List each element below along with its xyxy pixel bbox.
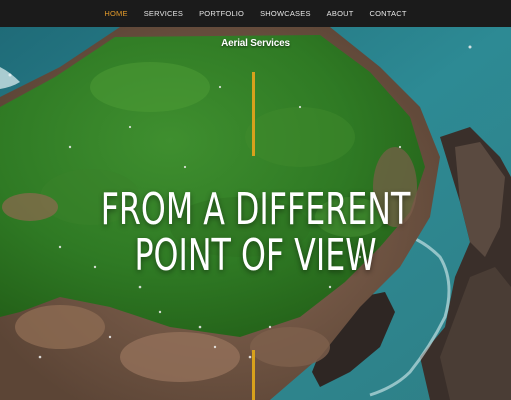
hero-headline-line-2: POINT OF VIEW [134,230,377,281]
hero-subtitle: Aerial Services [221,38,290,49]
nav-item-showcases[interactable]: SHOWCASES [252,0,319,27]
hero-divider-bottom [252,350,255,400]
top-navigation-bar: HOME SERVICES PORTFOLIO SHOWCASES ABOUT … [0,0,511,27]
nav-item-contact[interactable]: CONTACT [362,0,415,27]
nav-item-services[interactable]: SERVICES [136,0,191,27]
nav-item-portfolio[interactable]: PORTFOLIO [191,0,252,27]
nav-item-home[interactable]: HOME [96,0,135,27]
nav-menu: HOME SERVICES PORTFOLIO SHOWCASES ABOUT … [96,0,414,27]
nav-item-about[interactable]: ABOUT [319,0,362,27]
hero-headline-line-1: FROM A DIFFERENT [100,184,411,235]
hero-divider-top [252,72,255,156]
